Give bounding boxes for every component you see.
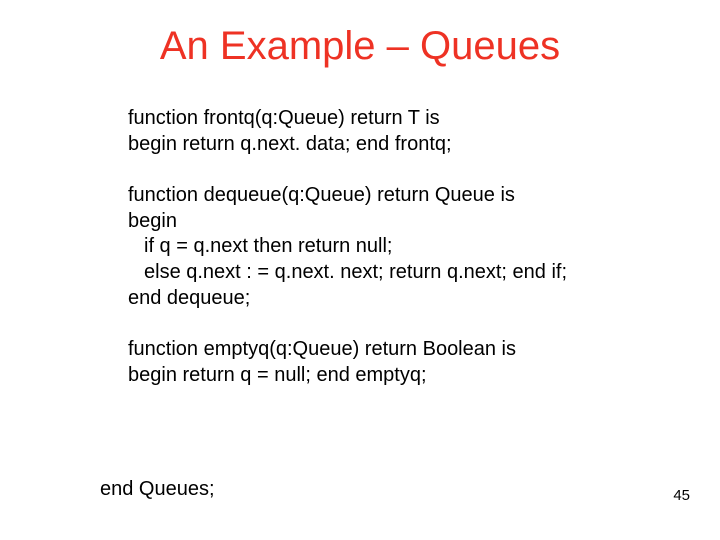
slide-title: An Example – Queues [0,24,720,69]
code-line: begin return q = null; end emptyq; [128,363,668,389]
code-line: function dequeue(q:Queue) return Queue i… [128,183,668,209]
code-line-end: end Queues; [100,478,215,501]
code-line: else q.next : = q.next. next; return q.n… [128,260,668,286]
code-line: begin return q.next. data; end frontq; [128,132,668,158]
code-block-emptyq: function emptyq(q:Queue) return Boolean … [128,337,668,388]
code-line: function emptyq(q:Queue) return Boolean … [128,337,668,363]
code-line: function frontq(q:Queue) return T is [128,106,668,132]
page-number: 45 [673,487,690,504]
code-block-dequeue: function dequeue(q:Queue) return Queue i… [128,183,668,311]
code-line: begin [128,209,668,235]
code-line: end dequeue; [128,286,668,312]
code-line: if q = q.next then return null; [128,234,668,260]
slide-body: function frontq(q:Queue) return T is beg… [128,106,668,414]
code-block-frontq: function frontq(q:Queue) return T is beg… [128,106,668,157]
slide: An Example – Queues function frontq(q:Qu… [0,0,720,540]
